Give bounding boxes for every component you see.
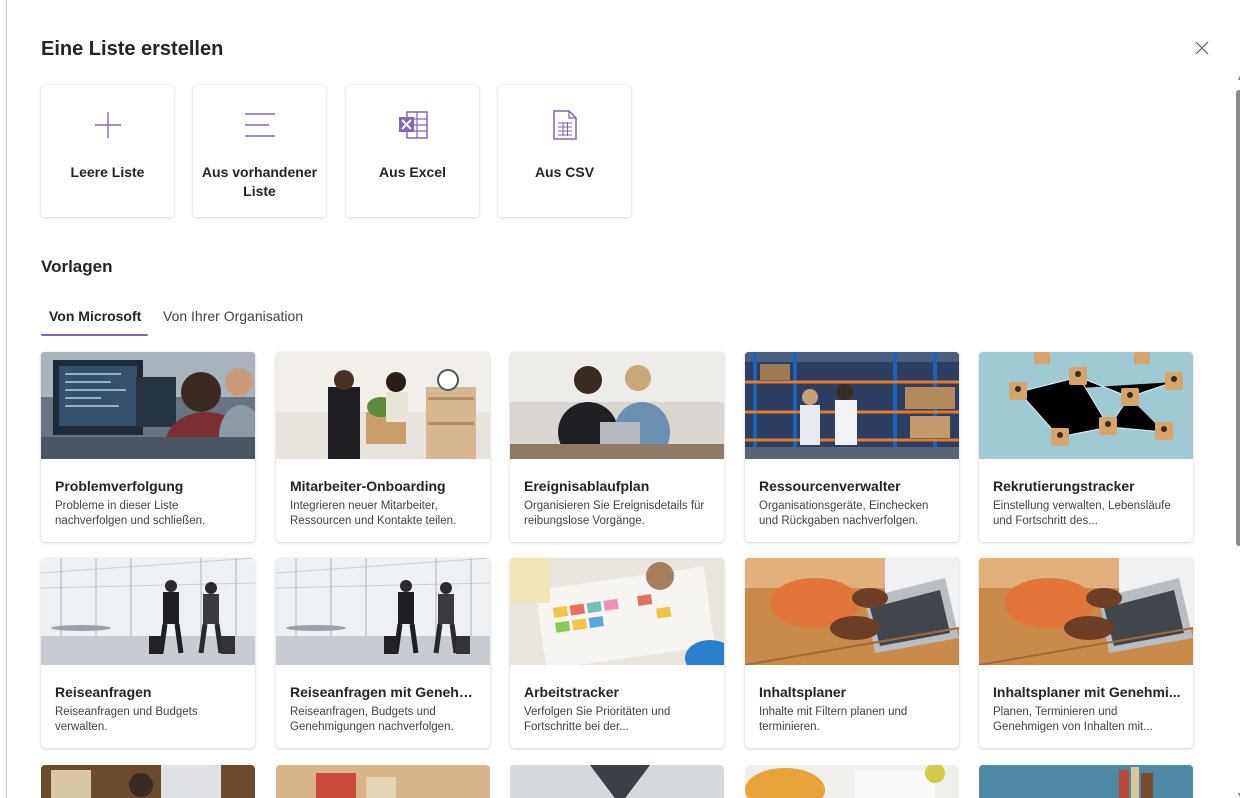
blank-list-button[interactable]: Leere Liste	[41, 85, 174, 217]
template-card-partial[interactable]	[41, 765, 255, 798]
hands-laptop-photo	[745, 558, 959, 665]
airport-travelers-photo	[41, 558, 255, 665]
template-title: Ereignisablaufplan	[524, 478, 650, 494]
template-title: Reiseanfragen	[55, 684, 152, 700]
template-card-ereignisablaufplan[interactable]: Ereignisablaufplan Organisieren Sie Erei…	[510, 352, 724, 542]
scroll-down-arrow-icon[interactable]: ▼	[1236, 790, 1240, 798]
create-option-label: Aus Excel	[379, 164, 446, 180]
handshake-new-employee-photo	[276, 352, 490, 459]
template-card-reiseanfragen-genehmigung[interactable]: Reiseanfragen mit Genehm... Reiseanfrage…	[276, 558, 490, 748]
active-tab-indicator	[41, 334, 148, 336]
window-edge	[6, 0, 7, 798]
template-card-reiseanfragen[interactable]: Reiseanfragen Reiseanfragen und Budgets …	[41, 558, 255, 748]
template-title: Inhaltsplaner	[759, 684, 847, 700]
template-description: Einstellung verwalten, Lebensläufe und F…	[993, 500, 1171, 527]
tab-from-microsoft[interactable]: Von Microsoft	[49, 307, 141, 325]
template-card-ressourcenverwalter[interactable]: Ressourcenverwalter Organisationsgeräte,…	[745, 352, 959, 542]
warehouse-shelves-photo	[745, 352, 959, 459]
scroll-thumb[interactable]	[1236, 90, 1240, 546]
template-card-inhaltsplaner[interactable]: Inhaltsplaner Inhalte mit Filtern planen…	[745, 558, 959, 748]
template-description: Integrieren neuer Mitarbeiter, Ressource…	[290, 500, 457, 527]
template-card-mitarbeiter-onboarding[interactable]: Mitarbeiter-Onboarding Integrieren neuer…	[276, 352, 490, 542]
template-description: Planen, Terminieren und Genehmigen von I…	[993, 706, 1153, 733]
airport-travelers-photo	[276, 558, 490, 665]
create-option-label: Leere Liste	[70, 164, 145, 180]
template-card-partial[interactable]	[276, 765, 490, 798]
person-photo	[510, 765, 724, 798]
template-title: Reiseanfragen mit Genehm...	[290, 684, 478, 700]
plus-icon	[41, 107, 174, 143]
dialog-title: Eine Liste erstellen	[41, 38, 224, 60]
template-description: Verfolgen Sie Prioritäten und Fortschrit…	[524, 706, 671, 733]
template-card-arbeitstracker[interactable]: Arbeitstracker Verfolgen Sie Prioritäten…	[510, 558, 724, 748]
close-icon	[1195, 41, 1209, 55]
template-description: Reiseanfragen und Budgets verwalten.	[55, 706, 198, 733]
template-title: Inhaltsplaner mit Genehmi...	[993, 684, 1181, 700]
from-csv-button[interactable]: Aus CSV	[498, 85, 631, 217]
two-women-laptop-photo	[510, 352, 724, 459]
csv-file-icon	[498, 107, 631, 143]
office-desk-monitors-photo	[41, 352, 255, 459]
template-description: Organisieren Sie Ereignisdetails für rei…	[524, 500, 705, 527]
scroll-up-arrow-icon[interactable]: ▲	[1236, 72, 1240, 82]
from-existing-list-button[interactable]: Aus vorhandener Liste	[193, 85, 326, 217]
excel-icon	[346, 107, 479, 143]
books-photo	[979, 765, 1193, 798]
template-description: Organisationsgeräte, Einchecken und Rück…	[759, 500, 929, 527]
template-title: Ressourcenverwalter	[759, 478, 901, 494]
template-title: Arbeitstracker	[524, 684, 619, 700]
create-option-label: Aus CSV	[534, 164, 595, 180]
template-description: Reiseanfragen, Budgets und Genehmigungen…	[290, 706, 454, 733]
sticky-notes-chart-photo	[510, 558, 724, 665]
scrollbar[interactable]: ▲ ▼	[1234, 72, 1240, 798]
template-title: Rekrutierungstracker	[993, 478, 1135, 494]
from-excel-button[interactable]: Aus Excel	[346, 85, 479, 217]
list-lines-icon	[193, 107, 326, 143]
network-blocks-photo	[979, 352, 1193, 459]
template-title: Mitarbeiter-Onboarding	[290, 478, 446, 494]
hands-laptop-photo	[979, 558, 1193, 665]
gift-boxes-photo	[276, 765, 490, 798]
template-description: Inhalte mit Filtern planen und terminier…	[759, 706, 908, 733]
templates-heading: Vorlagen	[41, 257, 113, 276]
close-button[interactable]	[1192, 38, 1212, 58]
create-option-label: Aus vorhandener Liste	[201, 164, 318, 199]
template-card-partial[interactable]	[745, 765, 959, 798]
template-card-rekrutierungstracker[interactable]: Rekrutierungstracker Einstellung verwalt…	[979, 352, 1193, 542]
template-card-partial[interactable]	[979, 765, 1193, 798]
create-list-dialog: Eine Liste erstellen Leere Liste Aus vor…	[8, 8, 1240, 798]
template-card-problemverfolgung[interactable]: Problemverfolgung Probleme in dieser Lis…	[41, 352, 255, 542]
template-card-partial[interactable]	[510, 765, 724, 798]
tab-from-organization[interactable]: Von Ihrer Organisation	[163, 307, 303, 325]
template-title: Problemverfolgung	[55, 478, 184, 494]
breakfast-table-photo	[745, 765, 959, 798]
template-card-inhaltsplaner-genehmigung[interactable]: Inhaltsplaner mit Genehmi... Planen, Ter…	[979, 558, 1193, 748]
bookshelf-photo	[41, 765, 255, 798]
template-description: Probleme in dieser Liste nachverfolgen u…	[55, 500, 206, 527]
